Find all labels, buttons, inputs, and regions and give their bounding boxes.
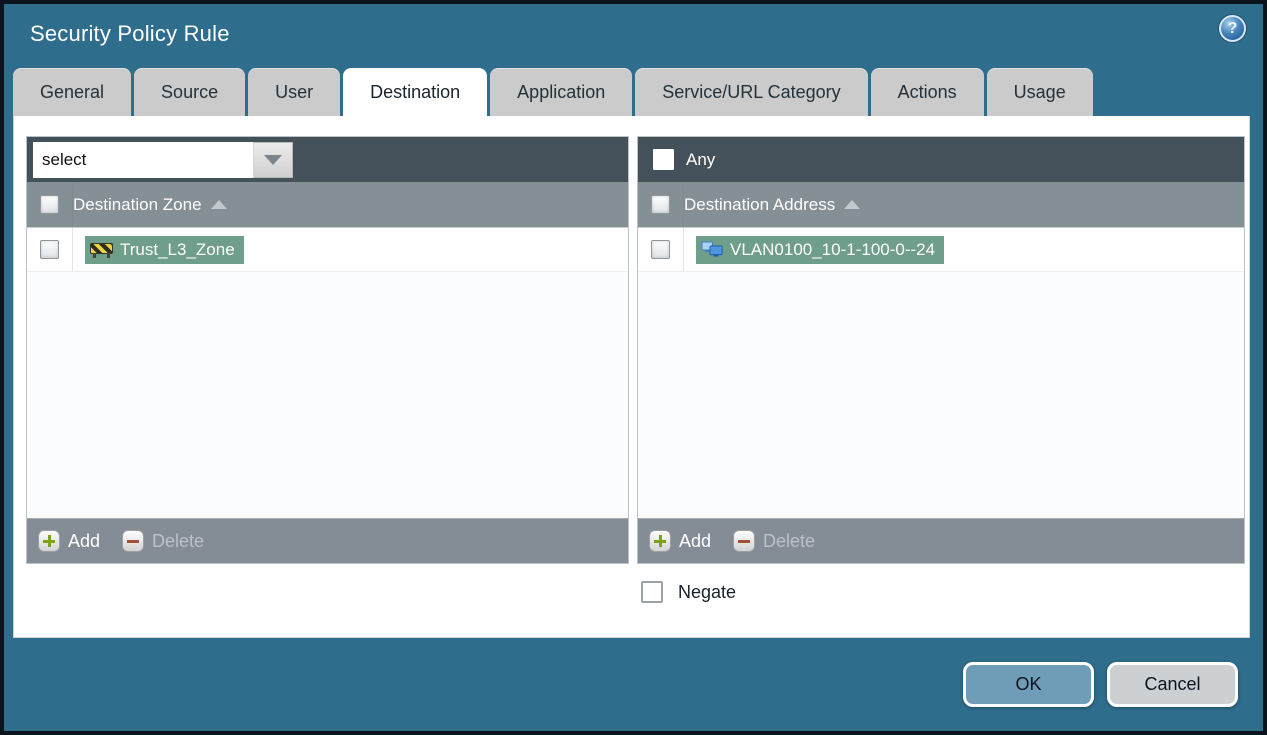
dialog-footer: OK Cancel bbox=[4, 638, 1263, 731]
address-column-header: Destination Address bbox=[638, 182, 1244, 228]
delete-zone-button[interactable]: Delete bbox=[122, 530, 204, 552]
tab-label: Actions bbox=[897, 81, 957, 102]
negate-label: Negate bbox=[678, 581, 737, 602]
negate-checkbox[interactable] bbox=[641, 581, 663, 603]
delete-label: Delete bbox=[152, 530, 205, 551]
minus-icon bbox=[733, 530, 756, 552]
help-icon[interactable]: ? bbox=[1219, 15, 1246, 42]
tab-label: Destination bbox=[370, 81, 461, 102]
zone-panel-footer: Add Delete bbox=[27, 518, 628, 563]
add-label: Add bbox=[68, 530, 101, 551]
plus-icon bbox=[38, 530, 60, 552]
negate-option: Negate bbox=[641, 581, 736, 603]
add-zone-button[interactable]: Add bbox=[38, 530, 100, 552]
tab-source[interactable]: Source bbox=[134, 68, 246, 116]
tab-label: Application bbox=[517, 81, 606, 102]
delete-address-button[interactable]: Delete bbox=[733, 530, 815, 552]
security-policy-rule-dialog: Security Policy Rule ? General Source Us… bbox=[4, 4, 1263, 731]
address-column-title: Destination Address bbox=[684, 194, 836, 214]
title-bar: Security Policy Rule ? bbox=[4, 4, 1263, 68]
zone-column-title: Destination Zone bbox=[73, 194, 202, 214]
address-chip[interactable]: VLAN0100_10-1-100-0--24 bbox=[696, 235, 945, 264]
zone-row-checkbox-cell bbox=[27, 228, 73, 271]
zone-filter-input[interactable] bbox=[33, 141, 253, 178]
add-address-button[interactable]: Add bbox=[649, 530, 711, 552]
destination-tab-content: Destination Zone Trust_L3_Zone bbox=[13, 116, 1250, 638]
cancel-button[interactable]: Cancel bbox=[1107, 662, 1238, 707]
tab-label: Service/URL Category bbox=[662, 81, 841, 102]
address-panel-footer: Add Delete bbox=[638, 518, 1244, 563]
tab-strip: General Source User Destination Applicat… bbox=[4, 68, 1263, 116]
destination-zone-panel: Destination Zone Trust_L3_Zone bbox=[26, 136, 629, 564]
address-select-all-cell bbox=[638, 182, 684, 227]
ok-label: OK bbox=[1015, 674, 1042, 694]
destination-address-panel: Any Destination Address VLAN0100_10-1-10… bbox=[637, 136, 1245, 564]
zone-column-header: Destination Zone bbox=[27, 182, 628, 228]
tab-actions[interactable]: Actions bbox=[870, 68, 984, 116]
tab-user[interactable]: User bbox=[248, 68, 341, 116]
zone-combo-dropdown-button[interactable] bbox=[253, 141, 293, 178]
address-row-checkbox[interactable] bbox=[651, 240, 670, 259]
tab-service-url-category[interactable]: Service/URL Category bbox=[635, 68, 868, 116]
zone-name: Trust_L3_Zone bbox=[120, 239, 235, 259]
tab-destination[interactable]: Destination bbox=[343, 68, 488, 116]
zone-row-checkbox[interactable] bbox=[40, 240, 59, 259]
sort-ascending-icon[interactable] bbox=[210, 200, 227, 209]
help-glyph: ? bbox=[1227, 19, 1238, 37]
address-row[interactable]: VLAN0100_10-1-100-0--24 bbox=[638, 228, 1244, 272]
plus-icon bbox=[649, 530, 671, 552]
cancel-label: Cancel bbox=[1144, 674, 1201, 694]
any-label: Any bbox=[686, 149, 716, 169]
minus-icon bbox=[122, 530, 145, 552]
delete-label: Delete bbox=[763, 530, 816, 551]
address-panel-toolbar: Any bbox=[638, 137, 1244, 182]
zone-select-all-cell bbox=[27, 182, 73, 227]
zone-row[interactable]: Trust_L3_Zone bbox=[27, 228, 628, 272]
tab-label: Source bbox=[161, 81, 219, 102]
ok-button[interactable]: OK bbox=[963, 662, 1094, 707]
tab-application[interactable]: Application bbox=[490, 68, 633, 116]
address-name: VLAN0100_10-1-100-0--24 bbox=[730, 239, 936, 259]
zone-chip[interactable]: Trust_L3_Zone bbox=[85, 235, 244, 264]
any-checkbox[interactable] bbox=[653, 149, 674, 170]
address-list: VLAN0100_10-1-100-0--24 bbox=[638, 228, 1244, 518]
tab-usage[interactable]: Usage bbox=[986, 68, 1093, 116]
chevron-down-icon bbox=[264, 154, 282, 165]
address-icon bbox=[701, 241, 723, 257]
zone-list: Trust_L3_Zone bbox=[27, 228, 628, 518]
address-row-checkbox-cell bbox=[638, 228, 684, 271]
sort-ascending-icon[interactable] bbox=[844, 200, 861, 209]
dialog-title: Security Policy Rule bbox=[30, 21, 230, 46]
tab-label: Usage bbox=[1013, 81, 1066, 102]
tab-label: General bbox=[40, 81, 105, 102]
zone-icon bbox=[90, 242, 113, 258]
tab-general[interactable]: General bbox=[13, 68, 132, 116]
zone-panel-toolbar bbox=[27, 137, 628, 182]
address-select-all-checkbox[interactable] bbox=[651, 195, 670, 214]
add-label: Add bbox=[679, 530, 712, 551]
tab-label: User bbox=[275, 81, 314, 102]
zone-select-all-checkbox[interactable] bbox=[40, 195, 59, 214]
zone-type-combo bbox=[33, 141, 293, 178]
